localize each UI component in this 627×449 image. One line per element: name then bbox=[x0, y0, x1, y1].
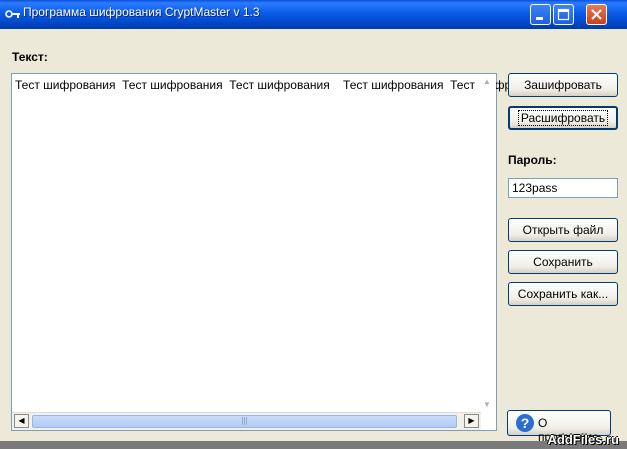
title-bar[interactable]: Программа шифрования CryptMaster v 1.3 bbox=[0, 0, 627, 29]
save-as-button[interactable]: Сохранить как... bbox=[508, 282, 618, 306]
save-button[interactable]: Сохранить bbox=[508, 250, 618, 274]
scroll-up-icon[interactable]: ▲ bbox=[483, 77, 491, 86]
scroll-down-icon[interactable]: ▼ bbox=[483, 400, 491, 409]
password-input[interactable]: 123pass bbox=[508, 178, 618, 198]
maximize-icon bbox=[557, 8, 570, 21]
key-icon bbox=[5, 10, 20, 18]
text-area-content: Тест шифрования Тест шифрования Тест шиф… bbox=[15, 78, 531, 92]
horizontal-scroll-thumb[interactable]: ||| bbox=[32, 415, 457, 428]
decrypt-button-label: Расшифровать bbox=[517, 110, 609, 126]
maximize-button[interactable] bbox=[553, 4, 574, 25]
vertical-scrollbar[interactable]: ▲ ▼ bbox=[479, 74, 496, 414]
close-icon bbox=[591, 9, 602, 20]
background-strip bbox=[0, 441, 627, 449]
watermark: AddFiles.ru bbox=[547, 432, 619, 447]
scroll-right-icon[interactable]: ▶ bbox=[464, 414, 479, 428]
scroll-left-icon[interactable]: ◀ bbox=[14, 414, 29, 428]
encrypt-button[interactable]: Зашифровать bbox=[508, 73, 618, 97]
password-label: Пароль: bbox=[508, 153, 557, 167]
open-file-button[interactable]: Открыть файл bbox=[508, 218, 618, 242]
horizontal-scrollbar[interactable]: ◀ ||| ▶ bbox=[12, 412, 481, 430]
minimize-button[interactable] bbox=[530, 4, 551, 25]
window-title: Программа шифрования CryptMaster v 1.3 bbox=[23, 5, 260, 19]
help-icon: ? bbox=[516, 414, 534, 432]
decrypt-button[interactable]: Расшифровать bbox=[508, 106, 618, 130]
app-window: Программа шифрования CryptMaster v 1.3 Т… bbox=[0, 0, 627, 449]
text-area[interactable]: Тест шифрования Тест шифрования Тест шиф… bbox=[11, 73, 531, 431]
minimize-icon bbox=[536, 17, 543, 20]
close-button[interactable] bbox=[586, 4, 607, 25]
text-label: Текст: bbox=[12, 50, 48, 64]
window-client: Текст: Тест шифрования Тест шифрования Т… bbox=[0, 29, 627, 444]
